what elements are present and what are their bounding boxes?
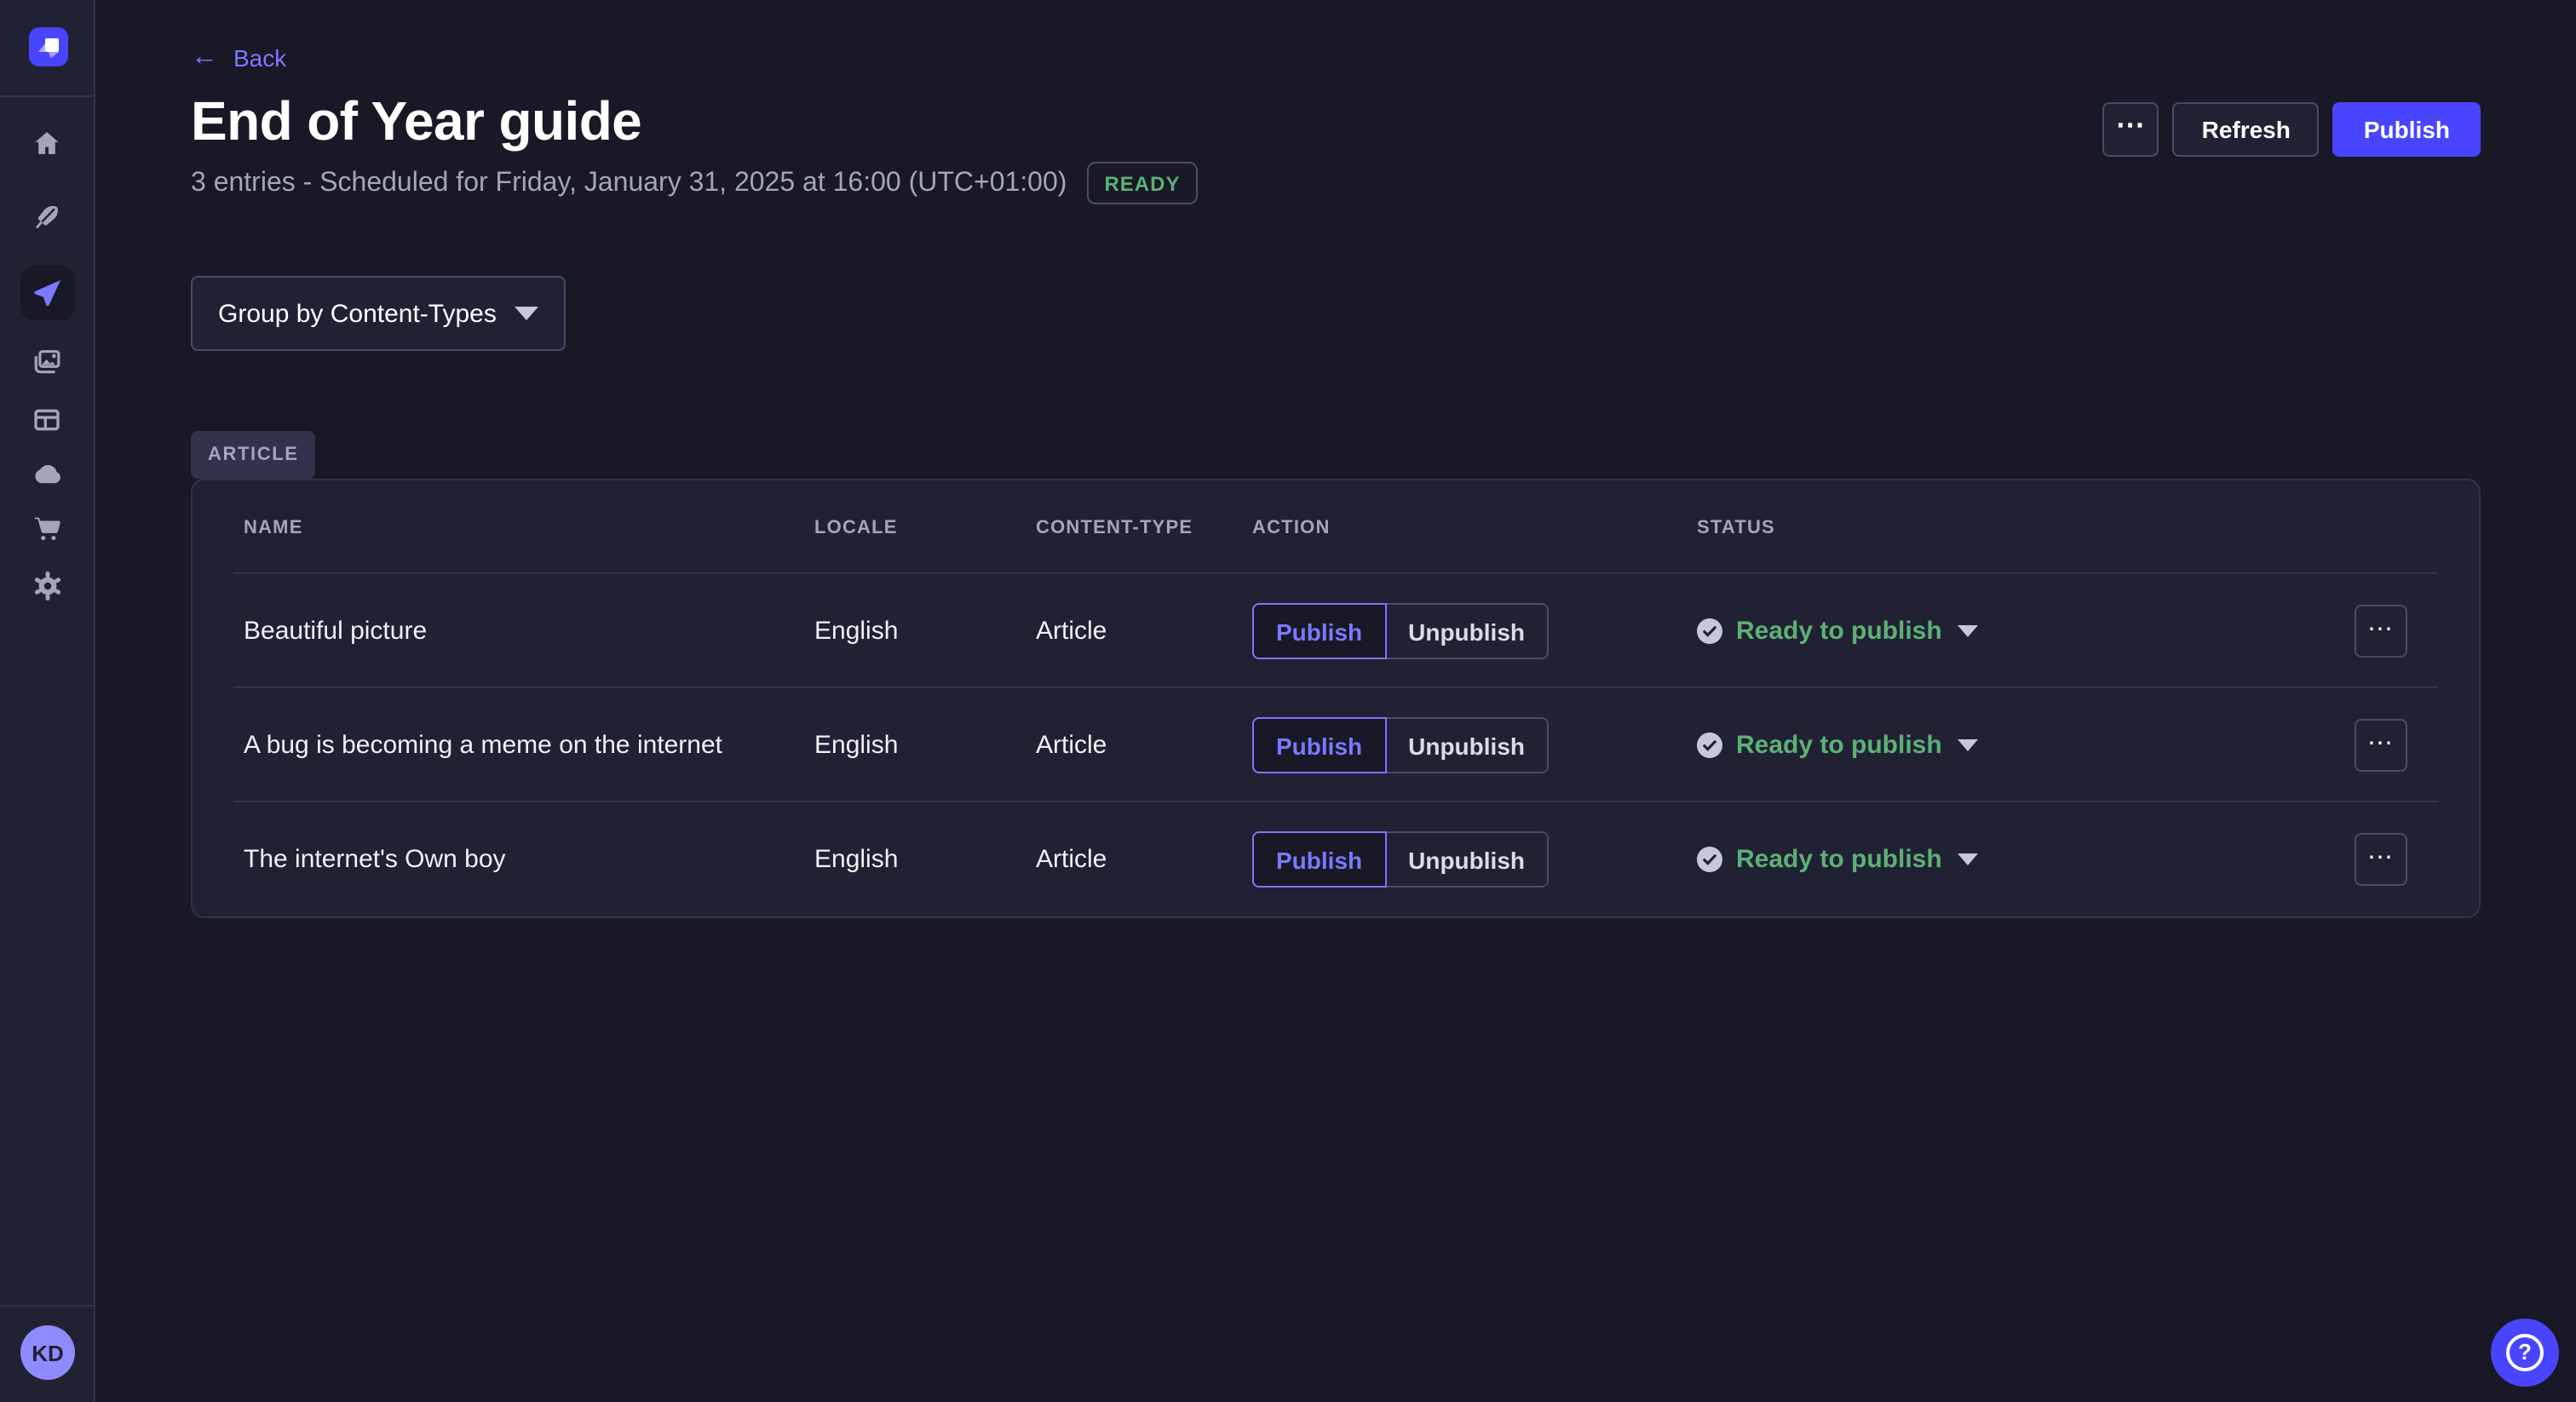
entry-status-dropdown[interactable]: Ready to publish (1697, 845, 2355, 874)
entry-status-label: Ready to publish (1736, 731, 1942, 760)
header-actions: ⋯ Refresh Publish (2103, 102, 2481, 157)
sidebar: KD (0, 0, 95, 1402)
row-unpublish-button[interactable]: Unpublish (1386, 603, 1549, 659)
release-subtitle: 3 entries - Scheduled for Friday, Januar… (191, 168, 1067, 198)
content-group-badge: ARTICLE (191, 431, 316, 479)
release-more-button[interactable]: ⋯ (2103, 102, 2159, 157)
row-unpublish-button[interactable]: Unpublish (1386, 831, 1549, 888)
sidebar-item-content-manager[interactable] (0, 189, 94, 244)
column-header-content-type: CONTENT-TYPE (1036, 517, 1252, 537)
cart-icon (32, 514, 61, 543)
chevron-down-icon (1958, 625, 1978, 637)
action-toggle: Publish Unpublish (1252, 603, 1697, 659)
refresh-button[interactable]: Refresh (2173, 102, 2320, 157)
entry-status-label: Ready to publish (1736, 845, 1942, 874)
app-root: KD ← Back End of Year guide 3 entries - … (0, 0, 2576, 1402)
sidebar-item-settings[interactable] (0, 559, 94, 613)
sidebar-item-releases[interactable] (20, 266, 75, 320)
help-button[interactable]: ? (2491, 1319, 2559, 1387)
row-publish-button[interactable]: Publish (1252, 603, 1386, 659)
back-label: Back (233, 44, 286, 72)
ready-status-badge: READY (1087, 162, 1197, 204)
entry-status-dropdown[interactable]: Ready to publish (1697, 617, 2355, 646)
entry-locale: English (814, 617, 1036, 646)
entry-content-type: Article (1036, 617, 1252, 646)
sidebar-divider-top (0, 95, 94, 97)
entry-name: A bug is becoming a meme on the internet (244, 731, 814, 760)
back-link[interactable]: ← Back (191, 44, 286, 72)
publish-release-button[interactable]: Publish (2333, 102, 2481, 157)
table-row: The internet's Own boy English Article P… (193, 802, 2479, 916)
chevron-down-icon (515, 307, 538, 320)
action-toggle: Publish Unpublish (1252, 831, 1697, 888)
entry-name: The internet's Own boy (244, 845, 814, 874)
row-unpublish-button[interactable]: Unpublish (1386, 717, 1549, 773)
entry-content-type: Article (1036, 845, 1252, 874)
chevron-down-icon (1958, 739, 1978, 751)
check-circle-icon (1697, 733, 1722, 758)
row-publish-button[interactable]: Publish (1252, 831, 1386, 888)
column-header-name: NAME (244, 517, 814, 537)
question-mark-icon: ? (2506, 1334, 2544, 1371)
user-avatar[interactable]: KD (20, 1325, 75, 1380)
row-publish-button[interactable]: Publish (1252, 717, 1386, 773)
entry-status-dropdown[interactable]: Ready to publish (1697, 731, 2355, 760)
table-header-row: NAME LOCALE CONTENT-TYPE ACTION STATUS (193, 480, 2479, 574)
chevron-down-icon (1958, 853, 1978, 865)
sidebar-item-content-type-builder[interactable] (0, 392, 94, 446)
check-circle-icon (1697, 618, 1722, 644)
cloud-icon (32, 458, 62, 489)
column-header-status: STATUS (1697, 517, 2355, 537)
group-by-select[interactable]: Group by Content-Types (191, 276, 566, 351)
gear-icon (32, 571, 62, 601)
group-by-label: Group by Content-Types (218, 299, 497, 328)
action-toggle: Publish Unpublish (1252, 717, 1697, 773)
table-row: A bug is becoming a meme on the internet… (193, 688, 2479, 802)
check-circle-icon (1697, 847, 1722, 872)
sidebar-item-marketplace[interactable] (0, 501, 94, 555)
strapi-logo[interactable] (29, 27, 68, 66)
entry-name: Beautiful picture (244, 617, 814, 646)
home-icon (32, 129, 61, 158)
layout-icon (32, 405, 61, 434)
row-more-button[interactable]: ⋯ (2355, 719, 2407, 772)
sidebar-item-cloud[interactable] (0, 446, 94, 501)
sidebar-item-media-library[interactable] (0, 334, 94, 388)
entry-status-label: Ready to publish (1736, 617, 1942, 646)
row-more-button[interactable]: ⋯ (2355, 833, 2407, 886)
table-row: Beautiful picture English Article Publis… (193, 574, 2479, 688)
media-library-icon (32, 347, 61, 376)
strapi-logo-icon (30, 28, 67, 66)
entry-content-type: Article (1036, 731, 1252, 760)
sidebar-divider-bottom (0, 1305, 94, 1307)
sidebar-item-home[interactable] (0, 116, 94, 170)
column-header-locale: LOCALE (814, 517, 1036, 537)
column-header-action: ACTION (1252, 517, 1697, 537)
entry-locale: English (814, 731, 1036, 760)
release-subline: 3 entries - Scheduled for Friday, Januar… (191, 162, 1197, 204)
page-title: End of Year guide (191, 90, 641, 153)
feather-icon (32, 202, 61, 231)
paper-plane-icon (32, 278, 63, 308)
row-more-button[interactable]: ⋯ (2355, 605, 2407, 658)
entries-table: NAME LOCALE CONTENT-TYPE ACTION STATUS B… (191, 479, 2481, 918)
back-arrow-icon: ← (191, 44, 218, 72)
entry-locale: English (814, 845, 1036, 874)
